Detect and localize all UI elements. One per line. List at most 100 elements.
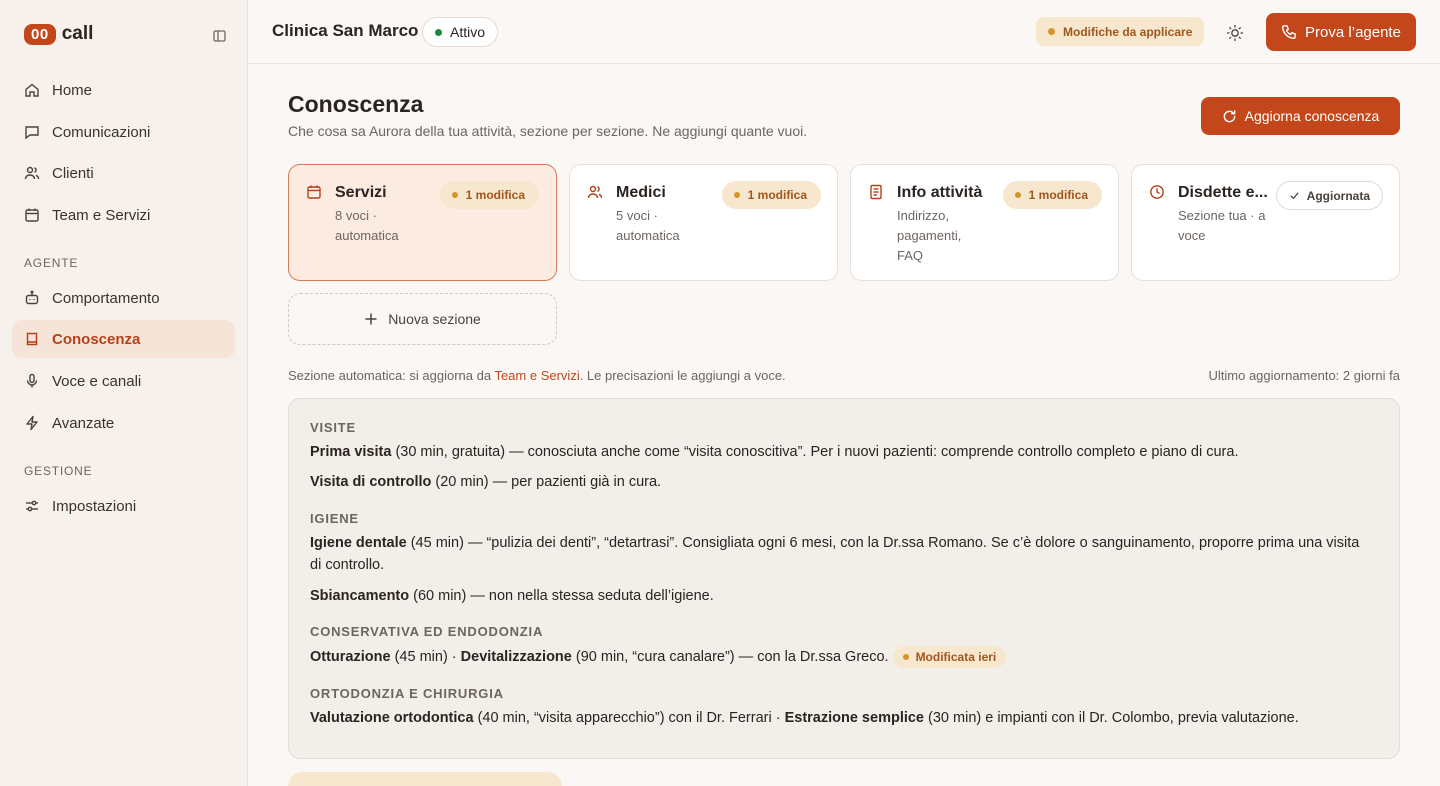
sidebar-item-label: Clienti [52,164,94,182]
team-servizi-link[interactable]: Team e Servizi [494,368,579,383]
users-icon [24,165,40,181]
page-subtitle: Che cosa sa Aurora della tua attività, s… [288,123,808,139]
kb-entry-text: (45 min) — “pulizia dei denti”, “detartr… [310,535,1360,573]
last-update: Ultimo aggiornamento: 2 giorni fa [1208,368,1401,383]
calendar-icon [306,184,322,200]
card-subtitle: Sezione tua · a voce [1178,208,1266,243]
section-card-servizi[interactable]: Servizi 8 voci · automatica 1 modifica [288,164,557,281]
home-icon [24,82,40,98]
kb-entry-name: Otturazione [310,649,391,665]
sidebar-item-label: Comportamento [52,289,160,307]
sidebar-collapse-icon[interactable] [212,29,228,43]
status-label: Attivo [450,24,486,40]
lightning-icon [24,415,40,431]
kb-entry: Sbiancamento (60 min) — non nella stessa… [310,585,1370,607]
kb-entry-text: (60 min) — non nella stessa seduta dell’… [409,588,714,604]
kb-heading-conservativa: CONSERVATIVA ED ENDODONZIA [310,624,544,639]
kb-entry-name: Sbiancamento [310,588,410,604]
sidebar-item-conoscenza[interactable]: Conoscenza [12,320,235,358]
sliders-icon [24,498,40,514]
warning-dot-icon [902,654,909,660]
modified-badge-label: Modificata ieri [915,650,997,664]
sidebar-item-label: Comunicazioni [52,123,151,141]
kb-entry: Prima visita (30 min, gratuita) — conosc… [310,441,1370,463]
new-section-button[interactable]: Nuova sezione [288,293,557,345]
sidebar-item-label: Impostazioni [52,497,137,515]
pending-changes-badge[interactable]: Modifiche da applicare [1036,17,1205,46]
kb-entry: Valutazione ortodontica (40 min, “visita… [310,707,1370,729]
kb-heading-igiene: IGIENE [310,511,359,526]
check-icon [1289,190,1300,201]
plus-icon [364,312,378,326]
users-icon [587,184,603,200]
status-dot-icon [435,28,442,36]
warning-dot-icon [733,192,740,198]
kb-entry-text: (30 min) e impianti con il Dr. Colombo, … [924,710,1299,726]
modification-badge: 1 modifica [439,181,539,209]
sidebar-item-label: Avanzate [52,414,115,432]
auto-note-suffix: . Le precisazioni le aggiungi a voce. [579,368,786,383]
kb-heading-visite: VISITE [310,420,356,435]
kb-heading-ortodonzia: ORTODONZIA E CHIRURGIA [310,686,504,701]
kb-entry-text: (30 min, gratuita) — conosciuta anche co… [391,444,1239,460]
kb-entry-name: Igiene dentale [310,535,407,551]
modification-badge-label: 1 modifica [465,188,525,202]
kb-entry-name: Estrazione semplice [784,710,924,726]
refresh-knowledge-label: Aggiorna conoscenza [1244,108,1380,124]
kb-entry-text: (20 min) — per pazienti già in cura. [431,474,662,490]
section-card-info-attivita[interactable]: Info attività Indirizzo, pagamenti, FAQ … [850,164,1119,281]
try-agent-button[interactable]: Prova l’agente [1266,13,1416,51]
section-card-disdette[interactable]: Disdette e... Sezione tua · a voce Aggio… [1131,164,1400,281]
phone-icon [1281,24,1297,40]
modified-yesterday-badge: Modificata ieri [892,646,1007,668]
page-title: Conoscenza [288,91,424,117]
sidebar-section-agente: AGENTE [24,256,79,270]
sidebar: 00 call Home Comunicazioni Clienti Team … [0,0,248,786]
logo-text: call [61,23,94,44]
sun-icon[interactable] [1226,24,1244,42]
new-section-label: Nuova sezione [388,311,481,327]
sidebar-item-clienti[interactable]: Clienti [12,154,235,192]
sidebar-item-voce-canali[interactable]: Voce e canali [12,362,235,400]
modification-badge-label: 1 modifica [747,188,807,202]
sidebar-item-comunicazioni[interactable]: Comunicazioni [12,113,235,151]
card-title: Medici [616,184,666,201]
book-icon [24,331,40,347]
kb-entry: Visita di controllo (20 min) — per pazie… [310,471,1370,493]
section-card-medici[interactable]: Medici 5 voci · automatica 1 modifica [569,164,838,281]
refresh-knowledge-button[interactable]: Aggiorna conoscenza [1201,97,1400,135]
knowledge-content[interactable]: VISITE Prima visita (30 min, gratuita) —… [288,398,1400,759]
card-title: Info attività [897,184,983,201]
sidebar-item-label: Home [52,81,93,99]
warning-dot-icon [451,192,458,198]
add-via-voice-button[interactable] [288,772,562,786]
sidebar-item-team-servizi[interactable]: Team e Servizi [12,196,235,234]
modification-badge: 1 modifica [1002,181,1102,209]
sidebar-item-label: Voce e canali [52,372,142,390]
card-subtitle: Indirizzo, pagamenti, FAQ [897,208,962,263]
updated-badge: Aggiornata [1275,181,1383,210]
kb-entry-text: (40 min, “visita apparecchio”) con il Dr… [473,710,785,726]
warning-dot-icon [1014,192,1021,198]
sidebar-item-avanzate[interactable]: Avanzate [12,404,235,442]
sidebar-item-comportamento[interactable]: Comportamento [12,279,235,317]
pending-changes-label: Modifiche da applicare [1063,24,1193,39]
sidebar-item-label: Team e Servizi [52,206,151,224]
auto-note-prefix: Sezione automatica: si aggiorna da [288,368,495,383]
warning-dot-icon [1048,28,1055,35]
clinic-name: Clinica San Marco [272,21,419,40]
kb-entry-name: Prima visita [310,444,392,460]
logo-badge: 00 [24,23,56,45]
kb-entry: Igiene dentale (45 min) — “pulizia dei d… [310,532,1370,576]
kb-entry-name: Devitalizzazione [460,649,572,665]
kb-entry-text: (45 min) · [390,649,461,665]
modification-badge-label: 1 modifica [1028,188,1088,202]
kb-entry-text: (90 min, “cura canalare”) — con la Dr.ss… [571,649,889,665]
sidebar-item-impostazioni[interactable]: Impostazioni [12,487,235,525]
sidebar-item-home[interactable]: Home [12,71,235,109]
logo[interactable]: 00 call [24,23,93,45]
kb-entry-name: Visita di controllo [310,474,432,490]
card-subtitle: 8 voci · automatica [335,208,399,243]
auto-section-note: Sezione automatica: si aggiorna da Team … [288,368,786,383]
card-subtitle: 5 voci · automatica [616,208,680,243]
